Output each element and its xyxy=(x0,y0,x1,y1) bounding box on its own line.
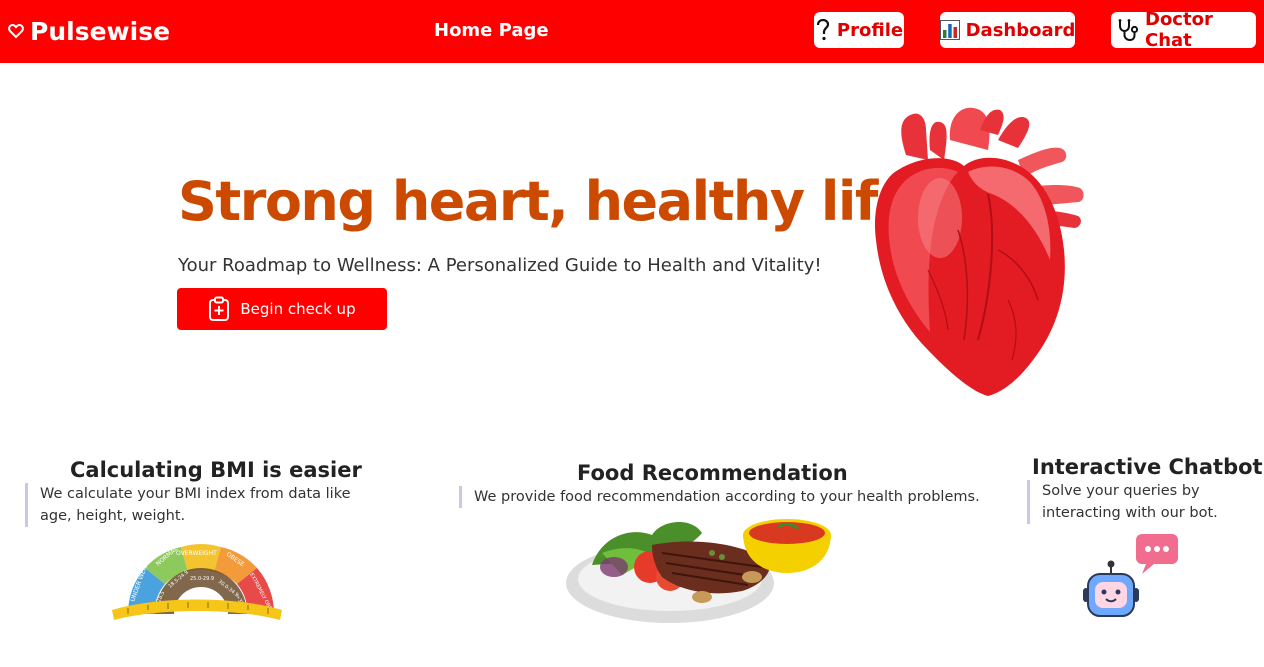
doctor-chat-label: Doctor Chat xyxy=(1145,9,1213,51)
question-mark-icon xyxy=(816,19,830,41)
feature-bmi-title: Calculating BMI is easier xyxy=(70,458,362,482)
chatbot-robot-illustration xyxy=(1083,534,1178,617)
doctor-chat-button[interactable]: Doctor Chat xyxy=(1111,9,1256,51)
hero-title: Strong heart, healthy life xyxy=(178,170,914,233)
food-plate-illustration xyxy=(566,519,831,623)
begin-check-up-label: Begin check up xyxy=(240,300,356,318)
heart-outline-icon xyxy=(8,24,24,39)
feature-chatbot-title: Interactive Chatbot xyxy=(1032,455,1263,479)
feature-chatbot-description: Solve your queries by interacting with o… xyxy=(1027,480,1247,524)
stethoscope-icon xyxy=(1118,19,1139,41)
feature-food-title: Food Recommendation xyxy=(577,461,848,485)
profile-label: Profile xyxy=(836,19,904,41)
gauge-label-overweight: OVERWEIGHT xyxy=(176,550,217,557)
dashboard-button[interactable]: Dashboard xyxy=(939,12,1076,48)
brand-name: Pulsewise xyxy=(30,16,171,46)
profile-button[interactable]: Profile xyxy=(814,12,904,48)
brand-logo[interactable]: Pulsewise xyxy=(8,14,170,48)
feature-bmi-description: We calculate your BMI index from data li… xyxy=(25,483,370,527)
begin-check-up-button[interactable]: Begin check up xyxy=(177,288,387,330)
navbar: Pulsewise Home Page Profile Dashboard Do… xyxy=(0,0,1264,63)
dashboard-label: Dashboard xyxy=(965,19,1076,41)
bmi-gauge-illustration: UNDER WEIGHT NORMAL OVERWEIGHT OBESE EXT… xyxy=(112,544,282,620)
home-page-link[interactable]: Home Page xyxy=(434,20,549,41)
bar-chart-icon xyxy=(939,20,960,40)
hero-subtitle: Your Roadmap to Wellness: A Personalized… xyxy=(178,255,822,276)
clipboard-plus-icon xyxy=(209,296,230,321)
heart-illustration xyxy=(874,107,1084,396)
gauge-range-3: 25.0-29.9 xyxy=(190,576,214,582)
